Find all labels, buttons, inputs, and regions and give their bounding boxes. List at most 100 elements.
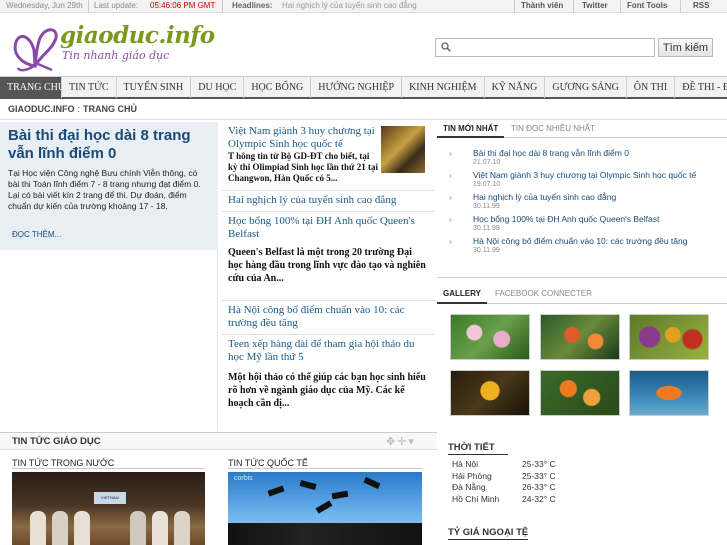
story-thumbnail[interactable] — [381, 126, 425, 173]
domestic-news-photo[interactable]: VIETNAM — [12, 472, 205, 545]
site-logo[interactable]: giaoduc.info Tin nhanh giáo dục — [12, 20, 215, 78]
story-title[interactable]: Hà Nội công bố điểm chuẩn vào 10: các tr… — [228, 304, 429, 330]
story-item: Hai nghịch lý của tuyển sinh cao đẳng — [222, 191, 435, 212]
news-list-item: Hai nghịch lý của tuyển sinh cao đẳng 30… — [445, 192, 725, 211]
news-link[interactable]: Bài thi đại học dài 8 trang vẫn lĩnh điể… — [445, 148, 725, 159]
graduation-cap-icon — [331, 490, 349, 500]
nav-trang-chu[interactable]: TRANG CHỦ — [0, 77, 65, 98]
divider — [514, 0, 515, 13]
breadcrumb-separator: : — [77, 104, 81, 114]
nav-on-thi[interactable]: ÔN THI — [627, 77, 676, 98]
news-date: 21.07.10 — [473, 159, 501, 166]
divider — [228, 468, 422, 469]
search-button[interactable]: Tìm kiếm — [658, 38, 713, 57]
tab-facebook-connecter[interactable]: FACEBOOK CONNECTER — [489, 284, 598, 304]
news-link[interactable]: Học bổng 100% tại ĐH Anh quốc Queen's Be… — [445, 214, 725, 225]
story-title[interactable]: Teen xếp hàng dài để tham gia hội thảo d… — [228, 338, 429, 364]
news-tabs: TIN MỚI NHẤT TIN ĐỌC NHIỀU NHẤT — [437, 120, 727, 138]
read-more-link[interactable]: ĐỌC THÊM... — [12, 230, 61, 239]
tab-gallery[interactable]: GALLERY — [437, 284, 487, 304]
story-title[interactable]: Học bổng 100% tại ĐH Anh quốc Queen's Be… — [228, 215, 429, 241]
weather-city: Hải Phòng — [452, 471, 492, 481]
story-item: Việt Nam giành 3 huy chương tại Olympic … — [222, 122, 435, 191]
graduates-silhouette — [228, 523, 422, 545]
weather-city: Hồ Chí Minh — [452, 494, 500, 504]
news-date: 30.11.99 — [473, 225, 500, 232]
nav-guong-sang[interactable]: GƯƠNG SÁNG — [545, 77, 627, 98]
nav-ky-nang[interactable]: KỸ NĂNG — [485, 77, 546, 98]
current-date: Wednesday, Jun 29th — [6, 1, 83, 10]
international-news-photo[interactable]: corbis — [228, 472, 422, 545]
nav-huong-nghiep[interactable]: HƯỚNG NGHIỆP — [311, 77, 403, 98]
graduation-cap-icon — [363, 476, 381, 490]
breadcrumb-current: TRANG CHỦ — [83, 104, 138, 114]
story-summary: T hông tin từ Bộ GD-ĐT cho biết, tại kỳ … — [228, 151, 378, 183]
divider — [437, 277, 727, 278]
photo-figure — [74, 511, 90, 545]
story-item: Teen xếp hàng dài để tham gia hội thảo d… — [222, 335, 435, 421]
nav-tuyen-sinh[interactable]: TUYỂN SINH — [117, 77, 192, 98]
story-summary: Queen's Belfast là một trong 20 trường Đ… — [228, 247, 426, 284]
news-link[interactable]: Hà Nội công bố điểm chuẩn vào 10: các tr… — [445, 236, 725, 247]
nav-tin-tuc[interactable]: TIN TỨC — [62, 77, 117, 98]
twitter-link[interactable]: Twitter — [582, 1, 608, 10]
nav-hoc-bong[interactable]: HỌC BỔNG — [244, 77, 312, 98]
featured-blank-area — [0, 250, 218, 430]
gallery-thumb-flowers[interactable] — [450, 314, 530, 360]
nav-du-hoc[interactable]: DU HỌC — [191, 77, 245, 98]
international-news-title[interactable]: TIN TỨC QUỐC TẾ — [228, 458, 308, 468]
photo-figure — [152, 511, 168, 545]
weather-temp: 24-32° C — [522, 494, 556, 504]
gallery-thumb-orange-flowers[interactable] — [540, 314, 620, 360]
news-list-item: Việt Nam giành 3 huy chương tại Olympic … — [445, 170, 725, 189]
search-input[interactable] — [456, 40, 651, 55]
photo-figure — [52, 511, 68, 545]
photo-figure — [174, 511, 190, 545]
divider — [222, 0, 223, 13]
featured-story: Bài thi đại học dài 8 trang vẫn lĩnh điể… — [0, 122, 218, 250]
rss-link[interactable]: RSS — [693, 1, 709, 10]
main-nav: TRANG CHỦ TIN TỨC TUYỂN SINH DU HỌC HỌC … — [0, 76, 727, 99]
story-item: Hà Nội công bố điểm chuẩn vào 10: các tr… — [222, 301, 435, 335]
divider — [620, 0, 621, 13]
gallery-thumb-fruit[interactable] — [629, 314, 709, 360]
news-link[interactable]: Việt Nam giành 3 huy chương tại Olympic … — [445, 170, 725, 181]
tab-latest-news[interactable]: TIN MỚI NHẤT — [437, 120, 505, 138]
gallery-thumb-marigold[interactable] — [540, 370, 620, 416]
story-title[interactable]: Hai nghịch lý của tuyển sinh cao đẳng — [228, 194, 429, 207]
tab-most-read[interactable]: TIN ĐỌC NHIỀU NHẤT — [505, 120, 601, 138]
photo-figure — [30, 511, 46, 545]
section-header-education-news: TIN TỨC GIÁO DỤC ✥✛▾ — [0, 432, 437, 450]
nav-kinh-nghiem[interactable]: KINH NGHIỆM — [402, 77, 485, 98]
news-link[interactable]: Hai nghịch lý của tuyển sinh cao đẳng — [445, 192, 725, 203]
featured-title[interactable]: Bài thi đại học dài 8 trang vẫn lĩnh điể… — [8, 127, 210, 163]
story-list: Việt Nam giành 3 huy chương tại Olympic … — [222, 122, 435, 421]
divider — [448, 539, 528, 540]
members-link[interactable]: Thành viên — [521, 1, 563, 10]
breadcrumb: GIAODUC.INFO: TRANG CHỦ — [8, 104, 137, 114]
story-item: Học bổng 100% tại ĐH Anh quốc Queen's Be… — [222, 212, 435, 301]
last-update-label: Last update: — [94, 1, 139, 10]
photo-figure — [130, 511, 146, 545]
gallery-thumb-sunflower[interactable] — [450, 370, 530, 416]
breadcrumb-site[interactable]: GIAODUC.INFO — [8, 104, 75, 114]
headline-link[interactable]: Hai nghịch lý của tuyển sinh cao đẳng — [282, 1, 417, 10]
divider — [680, 0, 681, 13]
font-tools-link[interactable]: Font Tools — [627, 1, 667, 10]
latest-news-list: Bài thi đại học dài 8 trang vẫn lĩnh điể… — [445, 148, 725, 258]
news-list-item: Hà Nội công bố điểm chuẩn vào 10: các tr… — [445, 236, 725, 255]
gallery-thumb-clownfish[interactable] — [629, 370, 709, 416]
gallery-tabs: GALLERY FACEBOOK CONNECTER — [437, 284, 727, 304]
section-title: TIN TỨC GIÁO DỤC — [12, 436, 101, 447]
top-bar: Wednesday, Jun 29th Last update: 05:46:0… — [0, 0, 727, 13]
photo-banner: VIETNAM — [94, 492, 126, 504]
featured-summary: Tại Học viện Công nghệ Bưu chính Viễn th… — [8, 168, 201, 211]
divider — [88, 0, 89, 13]
domestic-news-title[interactable]: TIN TỨC TRONG NƯỚC — [12, 458, 114, 468]
nav-de-thi-dap-an[interactable]: ĐỀ THI - ĐÁP ÁN — [675, 77, 727, 98]
weather-temp: 26-33° C — [522, 482, 556, 492]
weather-title: THỜI TIẾT — [448, 442, 495, 453]
story-title[interactable]: Việt Nam giành 3 huy chương tại Olympic … — [228, 125, 378, 151]
section-tools-icons[interactable]: ✥✛▾ — [386, 435, 416, 448]
weather-temp: 25-33° C — [522, 459, 556, 469]
